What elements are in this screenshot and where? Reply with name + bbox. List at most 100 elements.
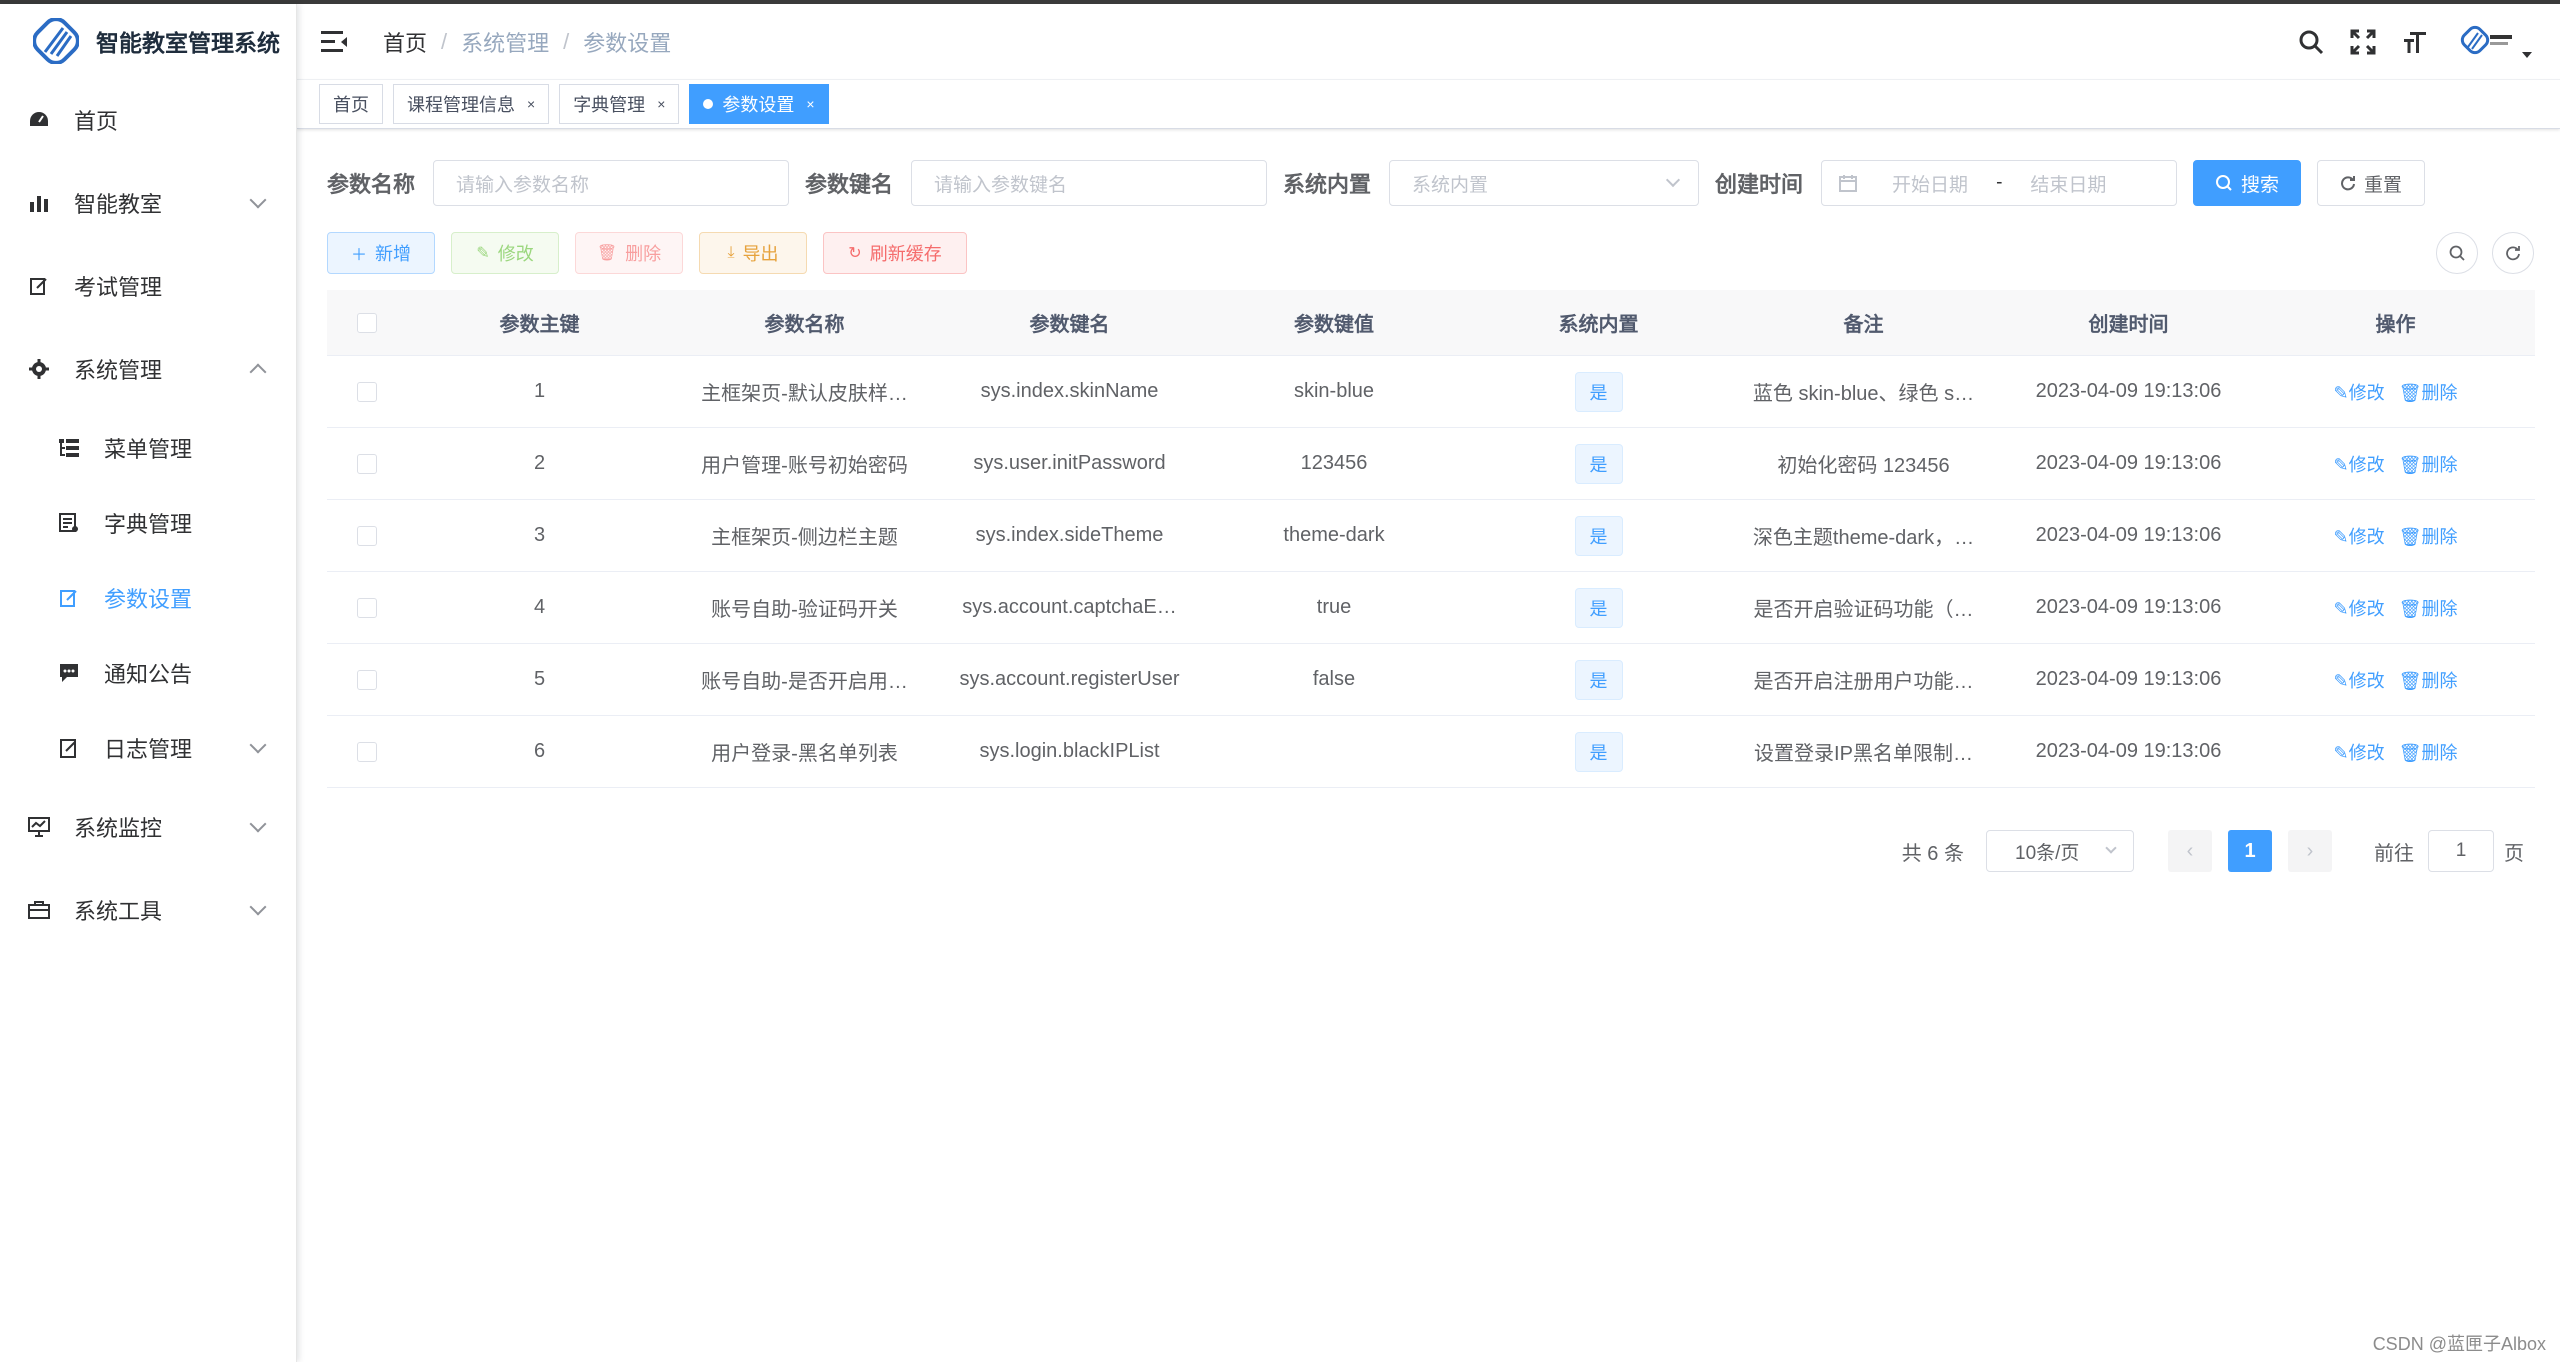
sidebar-item-monitor[interactable]: 系统监控 [0,785,296,868]
row-checkbox[interactable] [357,669,377,690]
breadcrumb-home[interactable]: 首页 [383,26,427,58]
select-all-cell [327,312,407,333]
gear-icon [28,358,50,380]
caret-down-icon[interactable] [2522,52,2532,58]
sidebar-subitem-notice[interactable]: 通知公告 [0,635,296,710]
watermark: CSDN @蓝匣子Albox [2372,1334,2546,1354]
font-size-icon[interactable] [2398,25,2432,59]
sidebar-subitem-dict[interactable]: 字典管理 [0,485,296,560]
refresh-icon [2341,176,2356,191]
row-select-cell [327,453,407,474]
page-size-select[interactable]: 10条/页 [1986,830,2134,872]
row-checkbox[interactable] [357,453,377,474]
row-checkbox[interactable] [357,381,377,402]
export-button[interactable]: ⤓ 导出 [699,232,807,274]
add-button[interactable]: ＋ 新增 [327,232,435,274]
tag-dict[interactable]: 字典管理 × [559,84,680,124]
date-range-picker[interactable]: 开始日期 - 结束日期 [1821,160,2178,206]
config-type-select[interactable]: 系统内置 [1389,160,1700,206]
chevron-down-icon [1665,172,1681,188]
cell-remark: 是否开启注册用户功能… [1753,671,1974,693]
avatar[interactable] [2460,20,2514,64]
page-number-button[interactable]: 1 [2228,830,2272,872]
edit-icon: ✎ [2333,670,2349,691]
cell-config-value: theme-dark [1283,524,1385,546]
start-date-placeholder: 开始日期 [1892,174,1969,196]
cell-config-type: 是 [1466,371,1731,412]
sidebar-subitem-menu[interactable]: 菜单管理 [0,410,296,485]
delete-button[interactable]: 🗑 删除 [575,232,683,274]
search-form: 参数名称 请输入参数名称 参数键名 请输入参数键名 系统内置 系统内置 创建时间… [327,160,2426,206]
dashboard-icon [28,109,50,131]
config-name-input[interactable]: 请输入参数名称 [433,160,790,206]
sidebar-item-home[interactable]: 首页 [0,78,296,161]
sidebar-subitem-log[interactable]: 日志管理 [0,710,296,785]
select-all-checkbox[interactable] [357,312,377,333]
trash-icon: 🗑 [2398,526,2422,547]
table-row: 6 用户登录-黑名单列表 sys.login.blackIPList 是 设置登… [327,716,2535,788]
tag-config[interactable]: 参数设置 × [689,84,829,124]
sidebar-subitem-config[interactable]: 参数设置 [0,560,296,635]
next-page-button[interactable]: › [2288,830,2332,872]
fullscreen-icon[interactable] [2346,25,2380,59]
cell-config-name: 用户登录-黑名单列表 [711,743,898,765]
edit-icon [58,587,80,609]
cell-config-key: sys.account.registerUser [959,668,1180,690]
row-delete-link[interactable]: 🗑删除 [2399,595,2458,621]
cell-config-name: 主框架页-侧边栏主题 [711,527,898,549]
sidebar-item-label: 系统监控 [74,815,163,841]
sidebar-subitem-label: 通知公告 [104,661,193,687]
search-icon[interactable] [2294,25,2328,59]
cell-config-id: 6 [533,740,546,762]
cell-config-value: 123456 [1300,452,1368,474]
cell-config-type: 是 [1466,587,1731,628]
breadcrumb-separator: / [563,28,570,54]
reset-button[interactable]: 重置 [2317,160,2426,206]
tag-course[interactable]: 课程管理信息 × [393,84,550,124]
search-button[interactable]: 搜索 [2193,160,2302,206]
row-delete-link[interactable]: 🗑删除 [2399,739,2458,765]
sidebar-item-tools[interactable]: 系统工具 [0,868,296,951]
page-unit-label: 页 [2504,842,2524,865]
row-checkbox[interactable] [357,525,377,546]
close-icon[interactable]: × [657,96,665,112]
row-edit-link[interactable]: ✎修改 [2334,595,2385,621]
logo-icon [33,18,79,64]
close-icon[interactable]: × [806,96,814,112]
toggle-search-button[interactable] [2436,232,2478,274]
row-edit-link[interactable]: ✎修改 [2334,667,2385,693]
action-toolbar: ＋ 新增 ✎ 修改 🗑 删除 ⤓ 导出 ↻ 刷新缓存 [327,232,983,274]
row-edit-label: 修改 [2348,670,2385,691]
row-delete-link[interactable]: 🗑删除 [2399,379,2458,405]
row-edit-link[interactable]: ✎修改 [2334,739,2385,765]
row-checkbox[interactable] [357,597,377,618]
sidebar-item-label: 首页 [74,108,119,134]
row-delete-link[interactable]: 🗑删除 [2399,451,2458,477]
refresh-table-button[interactable] [2492,232,2534,274]
sidebar-item-smart-classroom[interactable]: 智能教室 [0,161,296,244]
goto-page-input[interactable]: 1 [2428,830,2494,872]
pagination-total: 共 6 条 [1901,842,1964,865]
config-key-input[interactable]: 请输入参数键名 [911,160,1268,206]
row-edit-link[interactable]: ✎修改 [2334,451,2385,477]
cell-remark: 深色主题theme-dark，… [1752,527,1975,549]
row-checkbox[interactable] [357,741,377,762]
row-edit-link[interactable]: ✎修改 [2334,523,2385,549]
row-delete-link[interactable]: 🗑删除 [2399,523,2458,549]
tag-home[interactable]: 首页 [319,84,383,124]
toolbox-icon [28,899,50,921]
app-logo[interactable]: 智能教室管理系统 [0,4,296,78]
cell-config-name: 账号自助-是否开启用… [701,671,908,693]
sidebar-item-system[interactable]: 系统管理 [0,327,296,410]
hamburger-icon[interactable] [321,30,347,53]
tag-label: 首页 [333,95,369,115]
cell-config-id: 5 [533,668,546,690]
sidebar-item-exam[interactable]: 考试管理 [0,244,296,327]
range-separator: - [1996,172,2003,193]
row-edit-link[interactable]: ✎修改 [2334,379,2385,405]
refresh-cache-button[interactable]: ↻ 刷新缓存 [823,232,967,274]
row-delete-link[interactable]: 🗑删除 [2399,667,2458,693]
prev-page-button[interactable]: ‹ [2168,830,2212,872]
edit-button[interactable]: ✎ 修改 [451,232,559,274]
close-icon[interactable]: × [527,96,535,112]
